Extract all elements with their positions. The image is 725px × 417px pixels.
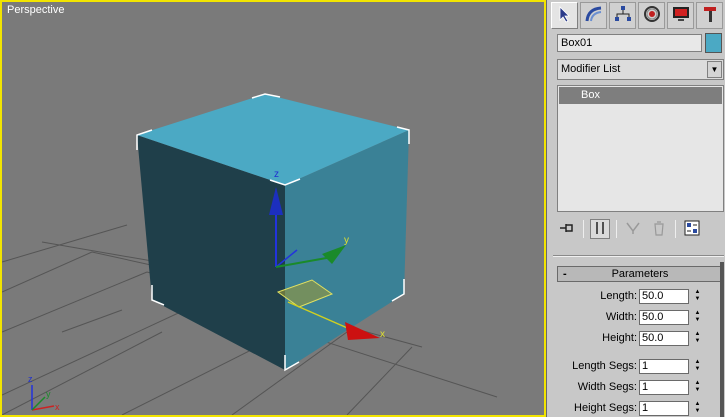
motion-tab[interactable] (638, 2, 665, 29)
width-param: Width: 50.0 ▲ ▼ (557, 310, 707, 326)
width-segs-label: Width Segs: (577, 381, 637, 393)
width-spinner[interactable]: ▲ ▼ (693, 310, 702, 325)
display-monitor-icon (671, 5, 691, 26)
length-segs-input[interactable]: 1 (639, 359, 689, 374)
pin-stack-button[interactable] (557, 219, 577, 239)
chevron-down-icon[interactable]: ▼ (707, 61, 722, 78)
trash-icon (653, 220, 665, 239)
gizmo-y-label: y (344, 235, 349, 246)
width-segs-input[interactable]: 1 (639, 380, 689, 395)
width-segs-param: Width Segs: 1 ▲ ▼ (557, 380, 707, 396)
object-name-field[interactable]: Box01 (557, 34, 702, 52)
height-input[interactable]: 50.0 (639, 331, 689, 346)
height-segs-input[interactable]: 1 (639, 401, 689, 416)
configure-sets-icon (684, 220, 700, 239)
stack-toolbar (557, 218, 724, 240)
modifier-list-dropdown[interactable]: Modifier List ▼ (557, 59, 724, 80)
panel-scrollbar[interactable] (720, 262, 724, 417)
height-segs-spinner[interactable]: ▲ ▼ (693, 401, 702, 416)
length-segs-spinner[interactable]: ▲ ▼ (693, 359, 702, 374)
height-spinner[interactable]: ▲ ▼ (693, 331, 702, 346)
parameters-rollout-header[interactable]: - Parameters (557, 266, 723, 282)
show-end-result-button[interactable] (590, 219, 610, 239)
perspective-viewport[interactable]: z y x z y x Perspective (0, 0, 546, 417)
command-panel: Box01 Modifier List ▼ Box - Parameters L… (546, 0, 725, 417)
length-spinner[interactable]: ▲ ▼ (693, 289, 702, 304)
gizmo-z-label: z (274, 169, 279, 180)
hammer-icon (701, 5, 719, 26)
length-param: Length: 50.0 ▲ ▼ (557, 289, 707, 305)
modify-arc-icon (584, 5, 604, 26)
length-input[interactable]: 50.0 (639, 289, 689, 304)
command-panel-tabs (551, 2, 723, 30)
height-segs-param: Height Segs: 1 ▲ ▼ (557, 401, 707, 417)
parameters-title: Parameters (611, 268, 669, 280)
viewport-label[interactable]: Perspective (7, 4, 64, 16)
hierarchy-icon (613, 5, 633, 26)
tripod-x-label: x (55, 402, 60, 412)
make-unique-button[interactable] (623, 219, 643, 239)
height-param: Height: 50.0 ▲ ▼ (557, 331, 707, 347)
create-tab[interactable] (551, 2, 578, 29)
motion-wheel-icon (643, 5, 661, 26)
display-tab[interactable] (667, 2, 694, 29)
modifier-list-label: Modifier List (561, 63, 621, 75)
length-label: Length: (600, 290, 637, 302)
end-result-icon (594, 221, 606, 238)
object-color-swatch[interactable] (705, 33, 722, 53)
make-unique-icon (625, 221, 641, 238)
gizmo-x-label: x (380, 329, 385, 340)
utilities-tab[interactable] (696, 2, 723, 29)
tripod-y-label: y (46, 389, 51, 399)
tripod-z-label: z (28, 374, 33, 384)
modifier-stack[interactable]: Box (557, 85, 724, 212)
toolbar-divider (675, 220, 676, 238)
height-label: Height: (602, 332, 637, 344)
toolbar-divider (616, 220, 617, 238)
cursor-icon (556, 5, 574, 26)
width-label: Width: (605, 311, 637, 323)
hierarchy-tab[interactable] (609, 2, 636, 29)
toolbar-divider (583, 220, 584, 238)
modify-tab[interactable] (580, 2, 607, 29)
width-input[interactable]: 50.0 (639, 310, 689, 325)
height-segs-label: Height Segs: (574, 402, 637, 414)
length-segs-param: Length Segs: 1 ▲ ▼ (557, 359, 707, 375)
remove-modifier-button[interactable] (649, 219, 669, 239)
panel-divider (553, 255, 724, 257)
stack-item-box[interactable]: Box (559, 87, 722, 104)
configure-modifier-sets-button[interactable] (682, 219, 702, 239)
pin-icon (559, 222, 575, 237)
width-segs-spinner[interactable]: ▲ ▼ (693, 380, 702, 395)
length-segs-label: Length Segs: (572, 360, 637, 372)
